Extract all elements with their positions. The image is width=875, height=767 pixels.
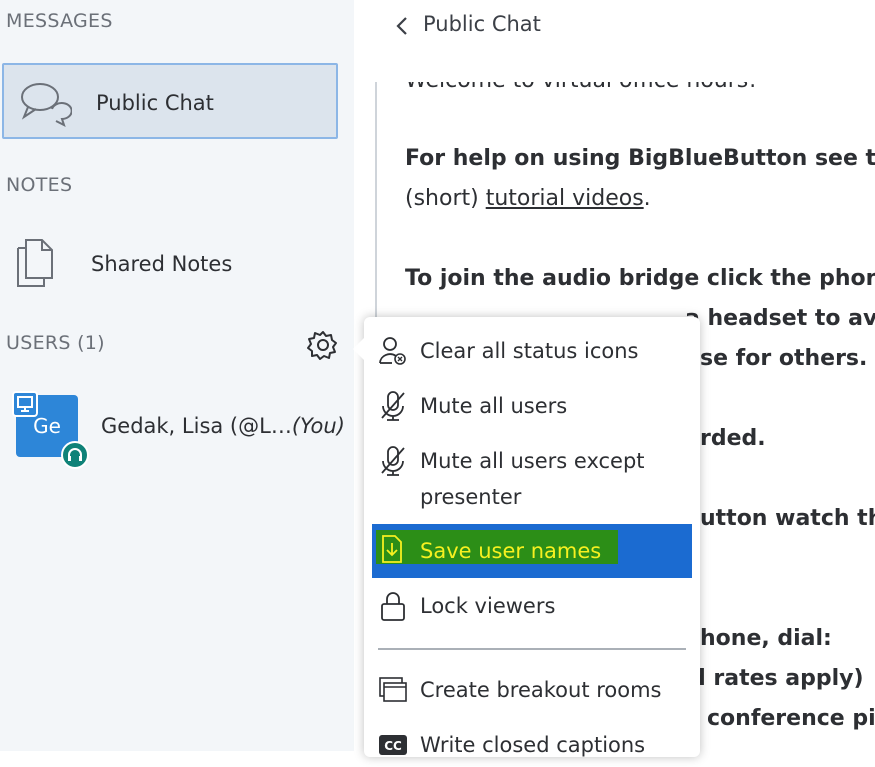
chat-line-audio: To join the audio bridge click the phone: [405, 266, 875, 291]
headset-icon: [61, 441, 89, 469]
user-list-item[interactable]: Ge Gedak, Lisa (@L…(You): [0, 388, 354, 469]
users-section-title: USERS (1): [6, 332, 105, 354]
shared-notes-label: Shared Notes: [91, 252, 233, 276]
user-name: Gedak, Lisa (@L…(You): [101, 414, 345, 438]
user-options-menu: Clear all status icons Mute all users Mu…: [353, 317, 700, 757]
user-options-gear-button[interactable]: [306, 328, 340, 362]
notes-document-icon: [14, 238, 60, 294]
chat-title: Public Chat: [423, 12, 541, 36]
sidebar-item-public-chat[interactable]: Public Chat: [2, 63, 338, 139]
presenter-icon: [12, 391, 38, 417]
menu-item-clear-status[interactable]: Clear all status icons: [364, 333, 700, 373]
chat-line-button: utton watch the: [700, 506, 875, 531]
menu-item-lock-viewers[interactable]: Lock viewers: [364, 588, 700, 628]
clear-status-icon: [378, 335, 408, 372]
menu-item-label-line2: presenter: [420, 485, 522, 509]
menu-item-create-breakout-rooms[interactable]: Create breakout rooms: [364, 672, 700, 712]
menu-item-label: Mute all users: [420, 394, 568, 418]
notes-section-title: NOTES: [6, 174, 73, 196]
chat-line-tutorial: (short) tutorial videos.: [405, 186, 651, 211]
chat-line-recorded: rded.: [700, 426, 766, 451]
chevron-left-icon[interactable]: [392, 14, 412, 42]
chat-bubbles-icon: [18, 79, 73, 131]
messages-section-title: MESSAGES: [6, 10, 113, 32]
chat-line-help: For help on using BigBlueButton see the: [405, 146, 875, 171]
closed-captions-icon: CC: [378, 733, 408, 762]
menu-item-label: Create breakout rooms: [420, 678, 662, 702]
tutorial-videos-link[interactable]: tutorial videos: [486, 186, 644, 211]
sidebar-item-shared-notes[interactable]: Shared Notes: [0, 222, 354, 302]
user-name-text: Gedak, Lisa (@L…: [101, 414, 292, 438]
menu-item-label: Mute all users except: [420, 449, 645, 473]
public-chat-label: Public Chat: [96, 91, 214, 115]
menu-item-save-user-names[interactable]: Save user names: [372, 524, 692, 578]
menu-item-write-closed-captions[interactable]: CC Write closed captions: [364, 727, 700, 767]
chat-line-pin: conference pi: [707, 706, 875, 731]
gear-icon: [306, 331, 340, 366]
download-icon: [378, 534, 406, 569]
menu-item-mute-all[interactable]: Mute all users: [364, 388, 700, 428]
menu-divider: [378, 648, 686, 650]
menu-item-label: Save user names: [420, 539, 602, 563]
microphone-muted-icon: [378, 445, 408, 482]
chat-line-welcome: Welcome to virtual office hours!: [405, 82, 757, 93]
breakout-rooms-icon: [378, 674, 408, 711]
menu-item-mute-except-presenter[interactable]: Mute all users except presenter: [364, 443, 700, 515]
chat-line-others: se for others.: [700, 346, 868, 371]
chat-text: (short): [405, 186, 486, 211]
chat-text: .: [643, 186, 651, 211]
menu-item-label: Lock viewers: [420, 594, 556, 618]
microphone-muted-icon: [378, 390, 408, 427]
menu-item-label: Clear all status icons: [420, 339, 639, 363]
sidebar: MESSAGES Public Chat NOTES Shared Notes …: [0, 0, 354, 751]
chat-line-headset: a headset to av: [685, 306, 875, 331]
you-suffix: (You): [291, 414, 345, 438]
lock-icon: [378, 590, 408, 627]
chat-line-rates: d rates apply): [690, 666, 864, 691]
chat-header: Public Chat: [354, 0, 875, 82]
menu-item-label: Write closed captions: [420, 733, 646, 757]
chat-line-dial: hone, dial:: [700, 626, 832, 651]
